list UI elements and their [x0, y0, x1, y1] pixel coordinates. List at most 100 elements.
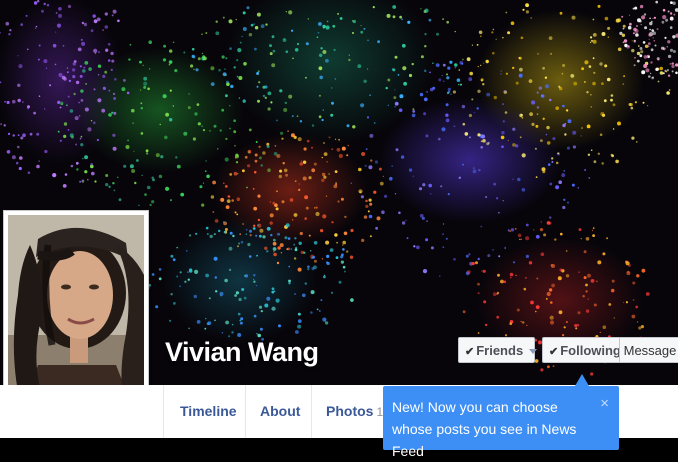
sparkle-dot	[256, 333, 258, 335]
sparkle-dot	[423, 69, 427, 73]
sparkle-dot	[446, 73, 448, 76]
sparkle-dot	[600, 112, 605, 116]
sparkle-dot	[300, 160, 303, 162]
sparkle-dot	[667, 54, 672, 59]
sparkle-dot	[584, 169, 587, 171]
sparkle-dot	[35, 25, 38, 28]
sparkle-dot	[325, 58, 329, 63]
sparkle-dot	[517, 233, 522, 238]
sparkle-dot	[493, 95, 497, 100]
sparkle-dot	[315, 211, 320, 217]
sparkle-dot	[364, 164, 367, 167]
tab-timeline[interactable]: Timeline	[165, 385, 252, 438]
sparkle-dot	[93, 48, 98, 54]
profile-photo	[8, 215, 144, 411]
sparkle-dot	[446, 20, 450, 24]
sparkle-dot	[634, 56, 636, 59]
message-button[interactable]: Message	[619, 337, 678, 363]
sparkle-dot	[564, 133, 567, 136]
sparkle-dot	[591, 40, 593, 42]
sparkle-dot	[6, 150, 11, 154]
sparkle-dot	[44, 108, 46, 110]
sparkle-dot	[582, 295, 585, 298]
sparkle-dot	[563, 170, 566, 172]
sparkle-dot	[395, 102, 397, 104]
sparkle-dot	[318, 66, 323, 71]
sparkle-dot	[367, 210, 370, 213]
sparkle-dot	[567, 119, 572, 124]
following-button[interactable]: ✔ Following	[542, 337, 621, 363]
sparkle-dot	[326, 261, 329, 264]
friends-button[interactable]: ✔ Friends	[458, 337, 538, 363]
sparkle-dot	[142, 64, 144, 66]
sparkle-dot	[521, 153, 526, 158]
sparkle-dot	[112, 182, 115, 185]
sparkle-dot	[561, 72, 564, 75]
sparkle-dot	[342, 240, 347, 245]
sparkle-dot	[399, 15, 402, 19]
sparkle-dot	[0, 123, 2, 125]
sparkle-dot	[590, 106, 592, 108]
sparkle-dot	[394, 105, 396, 108]
sparkle-dot	[640, 24, 642, 26]
sparkle-dot	[546, 141, 551, 145]
sparkle-dot	[193, 68, 195, 70]
sparkle-dot	[639, 54, 643, 58]
sparkle-dot	[585, 290, 588, 293]
sparkle-dot	[565, 274, 570, 278]
sparkle-dot	[647, 55, 650, 58]
sparkle-dot	[139, 60, 142, 64]
sparkle-dot	[319, 53, 323, 57]
sparkle-dot	[228, 246, 233, 251]
sparkle-dot	[630, 106, 634, 110]
sparkle-dot	[373, 190, 377, 194]
sparkle-dot	[588, 65, 592, 68]
sparkle-dot	[585, 309, 590, 313]
sparkle-dot	[276, 190, 278, 193]
sparkle-dot	[38, 160, 40, 162]
sparkle-dot	[98, 51, 100, 53]
sparkle-dot	[382, 175, 384, 177]
sparkle-dot	[635, 305, 639, 309]
sparkle-dot	[259, 228, 264, 233]
sparkle-dot	[446, 76, 450, 80]
sparkle-dot	[238, 297, 242, 302]
sparkle-dot	[283, 108, 288, 112]
sparkle-dot	[58, 7, 62, 11]
sparkle-dot	[187, 106, 191, 110]
sparkle-dot	[601, 82, 604, 85]
sparkle-dot	[536, 113, 539, 116]
sparkle-dot	[151, 176, 154, 180]
sparkle-dot	[592, 33, 597, 37]
sparkle-dot	[652, 31, 656, 35]
sparkle-dot	[17, 55, 19, 57]
sparkle-dot	[25, 14, 28, 17]
sparkle-dot	[155, 153, 160, 158]
checkmark-icon: ✔	[465, 346, 475, 358]
profile-name[interactable]: Vivian Wang	[165, 337, 319, 368]
sparkle-dot	[159, 123, 161, 126]
sparkle-dot	[264, 303, 269, 308]
sparkle-dot	[621, 15, 624, 18]
sparkle-dot	[358, 167, 362, 172]
close-icon[interactable]: ×	[600, 396, 609, 411]
sparkle-dot	[503, 280, 507, 284]
sparkle-dot	[566, 201, 570, 204]
sparkle-dot	[546, 125, 550, 130]
sparkle-dot	[550, 264, 553, 267]
sparkle-dot	[505, 72, 508, 75]
sparkle-dot	[90, 120, 93, 122]
sparkle-dot	[585, 237, 590, 241]
sparkle-dot	[492, 51, 495, 55]
sparkle-dot	[256, 72, 260, 75]
sparkle-dot	[352, 125, 356, 129]
sparkle-dot	[249, 234, 252, 237]
sparkle-dot	[613, 317, 615, 319]
sparkle-dot	[655, 67, 659, 71]
sparkle-dot	[623, 39, 628, 43]
sparkle-dot	[504, 247, 507, 249]
tab-about[interactable]: About	[245, 385, 315, 438]
sparkle-dot	[288, 94, 293, 99]
sparkle-dot	[37, 0, 40, 3]
sparkle-dot	[394, 101, 399, 106]
